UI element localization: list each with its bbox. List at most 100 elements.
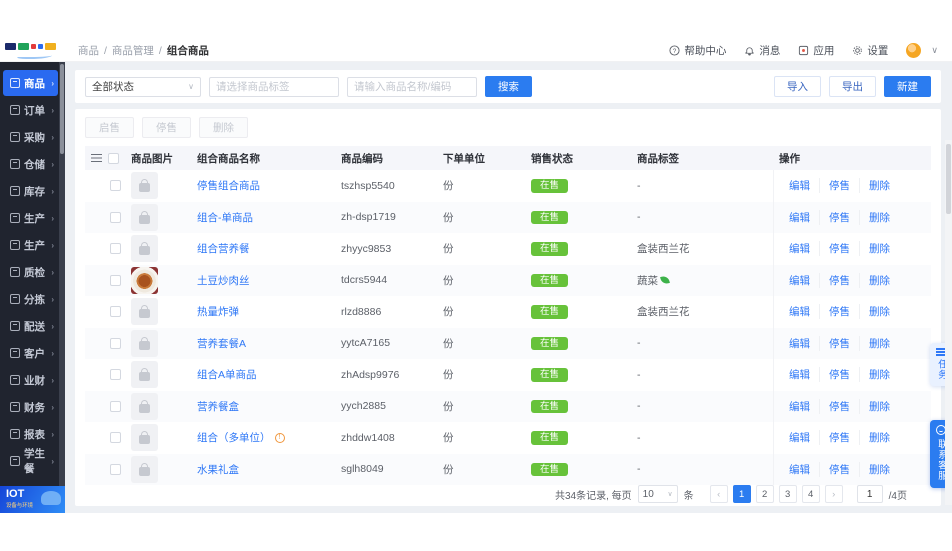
product-name-link[interactable]: 组合-单商品	[197, 210, 253, 225]
sidebar-item-warehouse[interactable]: 仓储 ›	[3, 151, 58, 177]
product-name-link[interactable]: 水果礼盒	[197, 462, 239, 477]
row-checkbox[interactable]	[110, 369, 121, 380]
create-button[interactable]: 新建	[884, 76, 931, 97]
sidebar-item-production2[interactable]: 生产 ›	[3, 232, 58, 258]
product-image[interactable]	[131, 330, 158, 357]
product-image[interactable]	[131, 424, 158, 451]
product-image[interactable]	[131, 267, 158, 294]
delete-link[interactable]: 删除	[859, 210, 899, 225]
apps-button[interactable]: 应用	[798, 43, 834, 58]
product-name-link[interactable]: 土豆炒肉丝	[197, 273, 250, 288]
delete-link[interactable]: 删除	[859, 462, 899, 477]
product-name-link[interactable]: 组合A单商品	[197, 367, 257, 382]
sidebar-item-sorting[interactable]: 分拣 ›	[3, 286, 58, 312]
row-checkbox[interactable]	[110, 432, 121, 443]
stop-sale-link[interactable]: 停售	[819, 367, 859, 382]
sidebar-item-student-meal[interactable]: 学生餐 ›	[3, 448, 58, 474]
sidebar-item-purchase[interactable]: 采购 ›	[3, 124, 58, 150]
select-all-checkbox[interactable]	[108, 153, 119, 164]
row-checkbox[interactable]	[110, 338, 121, 349]
sidebar-item-report[interactable]: 报表 ›	[3, 421, 58, 447]
export-button[interactable]: 导出	[829, 76, 876, 97]
delete-link[interactable]: 删除	[859, 430, 899, 445]
row-checkbox[interactable]	[110, 401, 121, 412]
stop-sale-link[interactable]: 停售	[819, 210, 859, 225]
row-checkbox[interactable]	[110, 180, 121, 191]
search-button[interactable]: 搜索	[485, 76, 532, 97]
page-size-select[interactable]: 10 ∨	[638, 485, 678, 503]
delete-link[interactable]: 删除	[859, 273, 899, 288]
product-name-link[interactable]: 热量炸弹	[197, 304, 239, 319]
messages-button[interactable]: 消息	[744, 43, 780, 58]
product-name-link[interactable]: 营养套餐A	[197, 336, 246, 351]
stop-sale-link[interactable]: 停售	[819, 241, 859, 256]
edit-link[interactable]: 编辑	[780, 241, 819, 256]
stop-sale-link[interactable]: 停售	[819, 462, 859, 477]
sidebar-item-quality[interactable]: 质检 ›	[3, 259, 58, 285]
row-checkbox[interactable]	[110, 275, 121, 286]
product-image[interactable]	[131, 456, 158, 483]
sidebar-item-delivery[interactable]: 配送 ›	[3, 313, 58, 339]
sidebar-item-inventory[interactable]: 库存 ›	[3, 178, 58, 204]
edit-link[interactable]: 编辑	[780, 462, 819, 477]
delete-link[interactable]: 删除	[859, 304, 899, 319]
edit-link[interactable]: 编辑	[780, 178, 819, 193]
row-checkbox[interactable]	[110, 464, 121, 475]
column-settings-icon[interactable]	[91, 154, 102, 163]
page-button-2[interactable]: 2	[756, 485, 774, 503]
edit-link[interactable]: 编辑	[780, 273, 819, 288]
sidebar-item-finance[interactable]: 财务 ›	[3, 394, 58, 420]
row-checkbox[interactable]	[110, 212, 121, 223]
sidebar-item-orders[interactable]: 订单 ›	[3, 97, 58, 123]
row-checkbox[interactable]	[110, 306, 121, 317]
keyword-input[interactable]	[347, 77, 477, 97]
delete-link[interactable]: 删除	[859, 178, 899, 193]
row-checkbox[interactable]	[110, 243, 121, 254]
next-page-button[interactable]: ›	[825, 485, 843, 503]
status-select[interactable]: 全部状态 ∨	[85, 77, 201, 97]
page-button-1[interactable]: 1	[733, 485, 751, 503]
product-name-link[interactable]: 组合（多单位）	[197, 430, 271, 445]
sidebar-item-customer[interactable]: 客户 ›	[3, 340, 58, 366]
prev-page-button[interactable]: ‹	[710, 485, 728, 503]
product-image[interactable]	[131, 361, 158, 388]
help-center-button[interactable]: ? 帮助中心	[669, 43, 726, 58]
product-image[interactable]	[131, 172, 158, 199]
stop-sale-link[interactable]: 停售	[819, 336, 859, 351]
edit-link[interactable]: 编辑	[780, 336, 819, 351]
edit-link[interactable]: 编辑	[780, 399, 819, 414]
sidebar-item-goods[interactable]: 商品 ›	[3, 70, 58, 96]
user-menu[interactable]: ∨	[906, 43, 938, 58]
iot-footer[interactable]: IOT 设备与环境	[0, 486, 65, 513]
product-name-link[interactable]: 组合营养餐	[197, 241, 250, 256]
product-image[interactable]	[131, 235, 158, 262]
settings-button[interactable]: 设置	[852, 43, 888, 58]
batch-stop-sale-button[interactable]: 停售	[142, 117, 191, 138]
page-button-3[interactable]: 3	[779, 485, 797, 503]
import-button[interactable]: 导入	[774, 76, 821, 97]
edit-link[interactable]: 编辑	[780, 430, 819, 445]
product-image[interactable]	[131, 204, 158, 231]
batch-delete-button[interactable]: 删除	[199, 117, 248, 138]
stop-sale-link[interactable]: 停售	[819, 430, 859, 445]
page-scrollbar[interactable]	[945, 140, 952, 505]
stop-sale-link[interactable]: 停售	[819, 178, 859, 193]
stop-sale-link[interactable]: 停售	[819, 273, 859, 288]
edit-link[interactable]: 编辑	[780, 367, 819, 382]
delete-link[interactable]: 删除	[859, 241, 899, 256]
sidebar-item-biz-finance[interactable]: 业财 ›	[3, 367, 58, 393]
breadcrumb-item[interactable]: 商品管理	[112, 43, 154, 58]
batch-enable-sale-button[interactable]: 启售	[85, 117, 134, 138]
edit-link[interactable]: 编辑	[780, 210, 819, 225]
edit-link[interactable]: 编辑	[780, 304, 819, 319]
page-button-4[interactable]: 4	[802, 485, 820, 503]
page-jump-input[interactable]	[857, 485, 883, 503]
stop-sale-link[interactable]: 停售	[819, 399, 859, 414]
product-name-link[interactable]: 停售组合商品	[197, 178, 260, 193]
tag-filter-input[interactable]	[209, 77, 339, 97]
product-image[interactable]	[131, 393, 158, 420]
delete-link[interactable]: 删除	[859, 399, 899, 414]
sidebar-item-production[interactable]: 生产 ›	[3, 205, 58, 231]
delete-link[interactable]: 删除	[859, 336, 899, 351]
product-name-link[interactable]: 营养餐盒	[197, 399, 239, 414]
